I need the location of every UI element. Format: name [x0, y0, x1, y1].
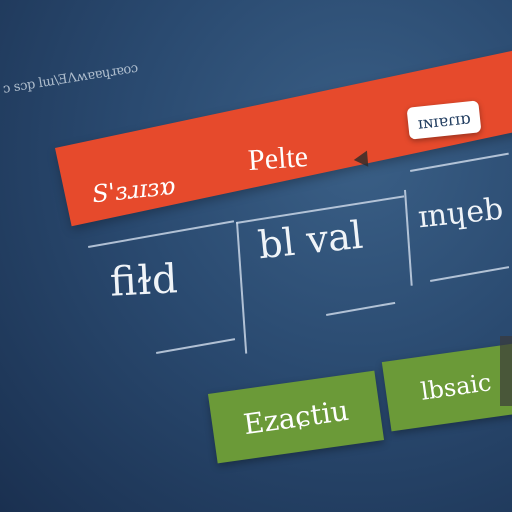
header-title: Pelte [246, 139, 310, 178]
table-grid-line [410, 152, 509, 172]
table-cell: bl val [255, 212, 365, 268]
table-cell: fiɫd [108, 256, 179, 306]
table-grid-line [156, 338, 236, 354]
table-grid-line [326, 301, 396, 316]
table-cell: ɪnɥeb [416, 191, 505, 236]
table-grid-line [404, 189, 413, 286]
table-grid-line [430, 266, 510, 282]
app-screen: ᴐ sɔp lɯ\ƎɅʍɐɐɥɹɐoɔ S'ɜɹɪɜɒ Pelte ɪɴɪɐɾɪ… [0, 0, 512, 512]
table-grid-line [236, 221, 248, 354]
table-grid-line [88, 220, 235, 248]
secondary-action-button[interactable]: lbsaic [381, 342, 512, 432]
edge-panel [500, 336, 512, 406]
primary-action-button[interactable]: Ezaɕtiu [207, 370, 385, 464]
content-area: S'ɜɹɪɜɒ Pelte ɪɴɪɐɾɪɒ fiɫd bl val ɪnɥeb … [0, 0, 512, 512]
